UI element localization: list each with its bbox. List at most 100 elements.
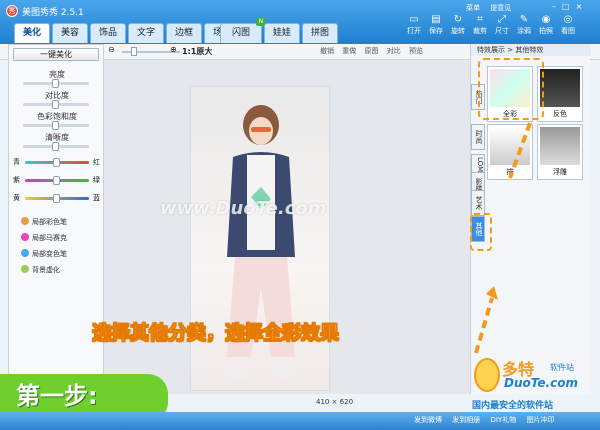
top-links: 菜单 提意见 — [466, 3, 519, 13]
save-icon: ▤ — [431, 14, 441, 25]
post-album-button[interactable]: 发到相册 — [452, 416, 480, 424]
app-title: 美图秀秀 2.5.1 — [22, 8, 84, 18]
redo-button[interactable]: 重做 — [342, 47, 356, 55]
step-label: 第一步: — [16, 382, 98, 410]
photo-print-button[interactable]: 图片冲印 — [526, 416, 554, 424]
site-logo: 多特 软件站 DuoTe.com 国内最安全的软件站 — [472, 356, 598, 412]
one-key-beautify-button[interactable]: 一键美化 — [13, 48, 99, 61]
mascot-icon — [474, 358, 500, 392]
site-sub: 软件站 — [550, 363, 574, 372]
tab-flash[interactable]: 闪图 — [220, 23, 262, 43]
camera-button[interactable]: ◉ 拍照 — [536, 14, 556, 36]
zoom-actual-size[interactable]: 1:1原大 — [182, 46, 212, 57]
brightness-slider[interactable] — [23, 79, 89, 88]
red-label: 红 — [93, 158, 100, 166]
local-color-brush[interactable]: 局部彩色笔 — [21, 217, 67, 227]
tab-cosmetic[interactable]: 美容 — [52, 23, 88, 43]
crop-icon: ⌗ — [477, 14, 483, 25]
contrast-knob[interactable] — [52, 100, 59, 109]
crop-button[interactable]: ⌗ 裁剪 — [470, 14, 490, 36]
purple-green-knob[interactable] — [53, 176, 60, 185]
save-label: 保存 — [429, 27, 443, 35]
menu-link[interactable]: 菜单 — [466, 4, 480, 12]
cyan-label: 青 — [13, 158, 20, 166]
tab-beautify[interactable]: 美化 — [14, 23, 50, 43]
local-recolor-brush-label: 局部变色笔 — [32, 250, 67, 258]
local-recolor-brush[interactable]: 局部变色笔 — [21, 249, 67, 259]
close-icon[interactable]: × — [576, 2, 583, 11]
blur-brush-icon — [21, 265, 29, 273]
minimize-icon[interactable]: – — [552, 2, 556, 11]
local-color-brush-label: 局部彩色笔 — [32, 218, 67, 226]
status-items: 发到微博 发到相册 DIY礼物 图片冲印 — [414, 415, 562, 425]
tab-doll[interactable]: 娃娃 — [264, 23, 300, 43]
invert-thumb — [540, 69, 580, 107]
cyan-red-knob[interactable] — [53, 158, 60, 167]
instruction-caption: 选择其他分类，选择全彩效果 — [92, 322, 340, 345]
rotate-icon: ↻ — [453, 14, 463, 25]
person-illustration — [227, 105, 295, 378]
zoom-knob[interactable] — [131, 47, 137, 56]
photo-size: 410 × 620 — [316, 398, 354, 406]
purple-green-slider[interactable] — [25, 176, 89, 185]
tab-collage[interactable]: 拼图 — [302, 23, 338, 43]
contrast-slider[interactable] — [23, 100, 89, 109]
view-label: 看图 — [561, 27, 575, 35]
sharpness-slider[interactable] — [23, 142, 89, 151]
saturation-slider[interactable] — [23, 121, 89, 130]
undo-bar: 撤销 重做 原图 对比 预览 — [320, 46, 429, 56]
orange-arrow — [474, 122, 532, 354]
app-logo-icon: 秀 — [6, 5, 18, 17]
zoom-in-icon[interactable]: ⊕ — [170, 45, 177, 54]
brightness-knob[interactable] — [52, 79, 59, 88]
save-button[interactable]: ▤ 保存 — [426, 14, 446, 36]
open-label: 打开 — [407, 27, 421, 35]
cyan-red-slider[interactable] — [25, 158, 89, 167]
watermark-text: www.DuoTe.com — [160, 198, 327, 219]
local-mosaic-brush[interactable]: 局部马赛克 — [21, 233, 67, 243]
zoom-out-icon[interactable]: ⊖ — [108, 45, 115, 54]
diy-gift-button[interactable]: DIY礼物 — [490, 416, 516, 424]
undo-button[interactable]: 撤销 — [320, 47, 334, 55]
purple-label: 紫 — [13, 176, 20, 184]
tab-frame[interactable]: 边框 — [166, 23, 202, 43]
local-mosaic-brush-label: 局部马赛克 — [32, 234, 67, 242]
post-weibo-button[interactable]: 发到微博 — [414, 416, 442, 424]
yellow-blue-knob[interactable] — [53, 194, 60, 203]
background-blur-label: 背景虚化 — [32, 266, 60, 274]
camera-icon: ◉ — [541, 14, 551, 25]
photo-canvas[interactable] — [190, 86, 330, 391]
open-icon: ▭ — [409, 14, 419, 25]
site-slogan: 国内最安全的软件站 — [472, 401, 554, 411]
rotate-button[interactable]: ↻ 旋转 — [448, 14, 468, 36]
camera-label: 拍照 — [539, 27, 553, 35]
background-blur-brush[interactable]: 背景虚化 — [21, 265, 60, 275]
open-button[interactable]: ▭ 打开 — [404, 14, 424, 36]
recolor-brush-icon — [21, 249, 29, 257]
cyan-red-row: 青 红 — [13, 157, 101, 167]
tab-text[interactable]: 文字 — [128, 23, 164, 43]
compare-button[interactable]: 对比 — [387, 47, 401, 55]
original-button[interactable]: 原图 — [364, 47, 378, 55]
feedback-link[interactable]: 提意见 — [490, 4, 511, 12]
brush-button[interactable]: ✎ 涂鸦 — [514, 14, 534, 36]
resize-icon: ⤢ — [498, 14, 506, 25]
yellow-blue-slider[interactable] — [25, 194, 89, 203]
saturation-knob[interactable] — [52, 121, 59, 130]
green-label: 绿 — [93, 176, 100, 184]
highlight-effect — [478, 58, 544, 120]
left-panel: 一键美化 亮度 对比度 色彩饱和度 清晰度 青 红 紫 绿 黄 蓝 局部彩色笔 … — [8, 44, 104, 394]
preview-button[interactable]: 预览 — [409, 47, 423, 55]
effects-breadcrumb: 特效展示 > 其他特效 — [471, 44, 591, 56]
maximize-icon[interactable]: □ — [562, 2, 570, 11]
sharpness-knob[interactable] — [52, 142, 59, 151]
mosaic-brush-icon — [21, 233, 29, 241]
crop-label: 裁剪 — [473, 27, 487, 35]
view-button[interactable]: ◎ 看图 — [558, 14, 578, 36]
tab-accessories[interactable]: 饰品 — [90, 23, 126, 43]
color-brush-icon — [21, 217, 29, 225]
brush-label: 涂鸦 — [517, 27, 531, 35]
resize-button[interactable]: ⤢ 尺寸 — [492, 14, 512, 36]
blue-label: 蓝 — [93, 194, 100, 202]
yellow-blue-row: 黄 蓝 — [13, 193, 101, 203]
